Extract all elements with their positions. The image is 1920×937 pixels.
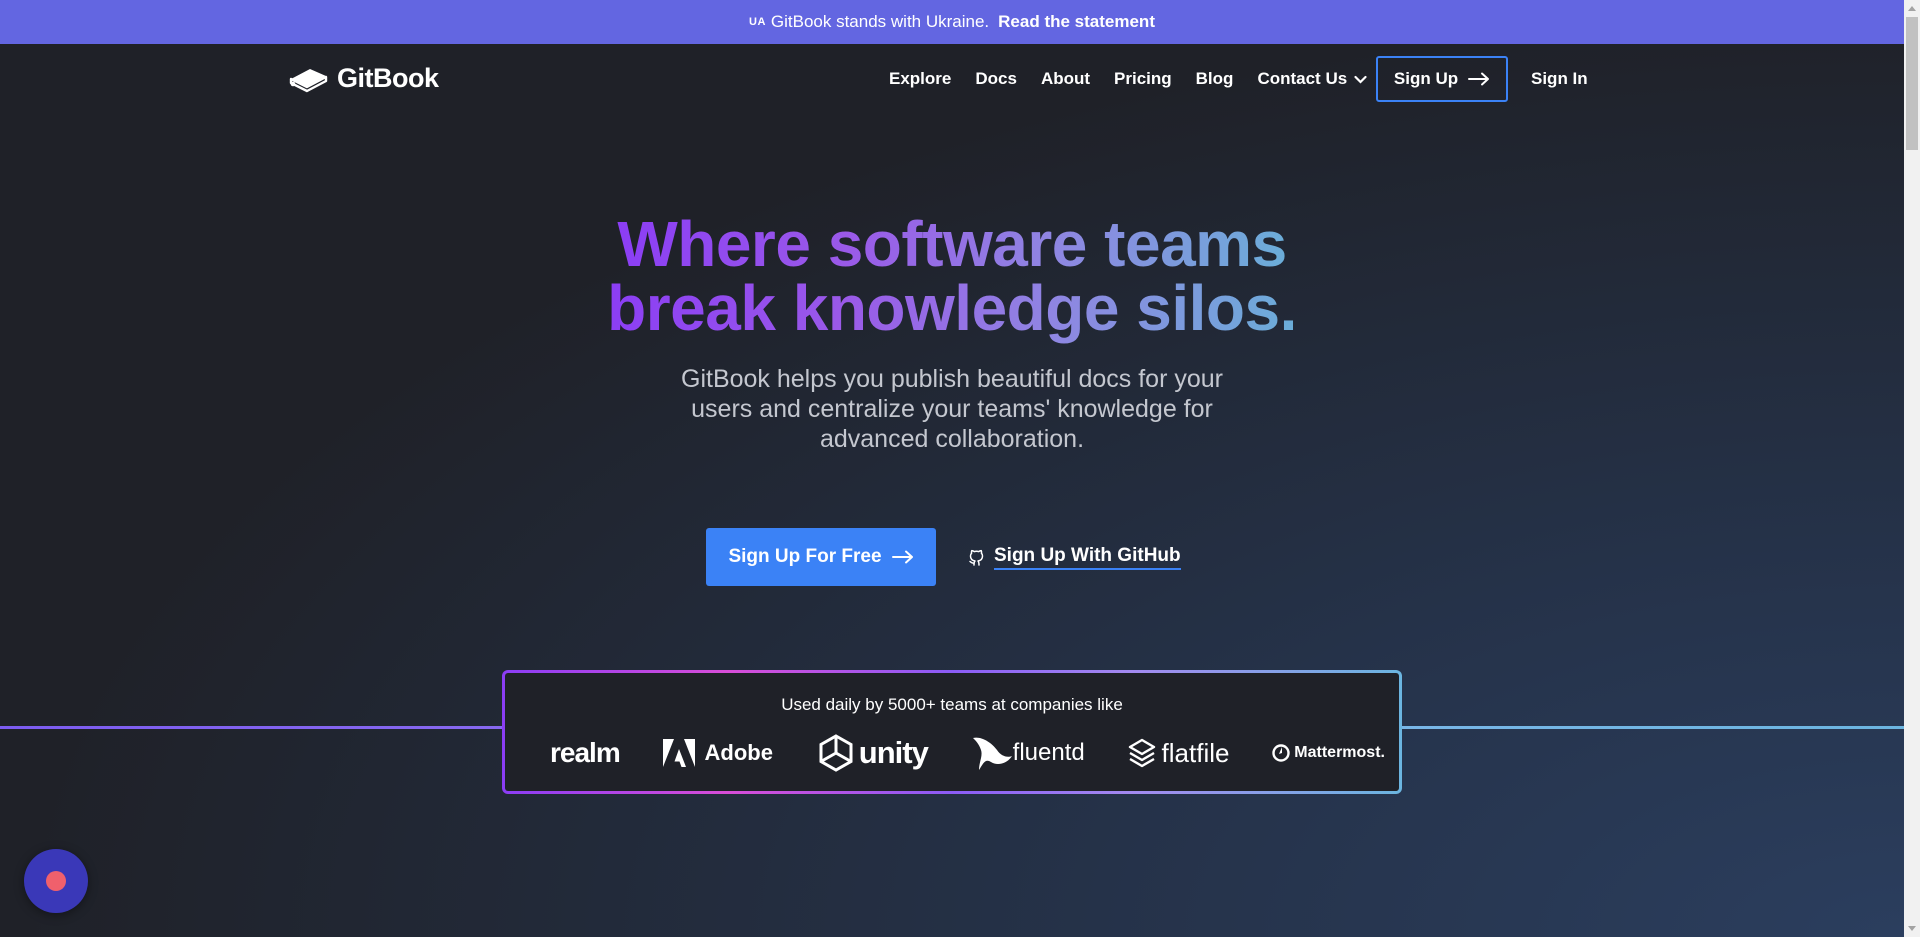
flatfile-icon: [1128, 738, 1155, 768]
sign-up-github-button[interactable]: Sign Up With GitHub: [968, 545, 1181, 570]
logo-mattermost-text: Mattermost.: [1294, 744, 1385, 761]
nav-pricing[interactable]: Pricing: [1114, 69, 1172, 89]
site-header: GitBook Explore Docs About Pricing Blog …: [0, 44, 1904, 114]
logo-fluentd-text: fluentd: [1012, 739, 1085, 766]
logo-adobe-text: Adobe: [704, 740, 773, 765]
nav-contact-us-label: Contact Us: [1257, 69, 1348, 88]
logo-fluentd: fluentd: [971, 734, 1085, 772]
hero-headline: Where software teams break knowledge sil…: [0, 212, 1904, 340]
nav-contact-us[interactable]: Contact Us: [1257, 69, 1367, 89]
github-icon: [969, 549, 984, 566]
hero-subtext: GitBook helps you publish beautiful docs…: [681, 365, 1223, 453]
logo-adobe: Adobe: [662, 739, 773, 767]
logo-flatfile: flatfile: [1128, 737, 1230, 769]
logo-mattermost: Mattermost.: [1272, 744, 1385, 762]
header-sign-up-label: Sign Up: [1393, 69, 1459, 88]
sign-up-github-label: Sign Up With GitHub: [994, 545, 1181, 570]
scroll-down-arrow-icon[interactable]: [1908, 926, 1916, 931]
cta-row: Sign Up For Free Sign Up With GitHub: [706, 528, 1181, 586]
logo-realm: realm: [550, 737, 621, 769]
vertical-scrollbar[interactable]: [1904, 0, 1920, 937]
main-nav: Explore Docs About Pricing Blog Contact …: [889, 44, 1391, 114]
nav-blog[interactable]: Blog: [1196, 69, 1234, 89]
logo-wordmark: GitBook: [337, 62, 439, 93]
adobe-icon: [662, 739, 695, 767]
customer-logos-row: realm Adobe unity fluentd flatfile Matte…: [525, 731, 1385, 775]
chevron-down-icon: [1354, 75, 1367, 84]
header-sign-up-button[interactable]: Sign Up: [1376, 56, 1508, 102]
arrow-right-icon: [1468, 72, 1490, 86]
scroll-up-arrow-icon[interactable]: [1908, 6, 1916, 11]
gitbook-logo-icon: [289, 69, 328, 93]
scrollbar-thumb[interactable]: [1906, 17, 1918, 150]
logo-unity-text: unity: [858, 735, 929, 770]
mattermost-icon: [1272, 744, 1290, 762]
logo-realm-text: realm: [550, 737, 621, 768]
nav-about[interactable]: About: [1041, 69, 1090, 89]
arrow-right-icon: [891, 550, 913, 564]
hero-headline-line-2: break knowledge silos.: [607, 272, 1297, 344]
announcement-banner: UA GitBook stands with Ukraine. Read the…: [0, 0, 1904, 44]
hero-headline-line-1: Where software teams: [617, 208, 1287, 280]
chat-icon: [46, 871, 66, 891]
nav-explore[interactable]: Explore: [889, 69, 951, 89]
ukraine-flag-label: UA: [749, 16, 766, 28]
unity-icon: [819, 734, 853, 772]
read-statement-link[interactable]: Read the statement: [998, 12, 1155, 32]
logo-unity: unity: [816, 733, 929, 773]
page: UA GitBook stands with Ukraine. Read the…: [0, 0, 1904, 937]
sign-up-free-label: Sign Up For Free: [728, 546, 882, 567]
gitbook-logo[interactable]: GitBook: [288, 62, 439, 94]
customer-logos-title: Used daily by 5000+ teams at companies l…: [781, 695, 1123, 714]
customer-logos-box: Used daily by 5000+ teams at companies l…: [502, 670, 1402, 794]
sign-up-free-button[interactable]: Sign Up For Free: [706, 528, 936, 586]
chat-widget-button[interactable]: [24, 849, 88, 913]
logo-flatfile-text: flatfile: [1161, 737, 1230, 768]
sign-in-link[interactable]: Sign In: [1531, 44, 1588, 114]
banner-text: GitBook stands with Ukraine.: [770, 12, 990, 31]
nav-docs[interactable]: Docs: [975, 69, 1017, 89]
fluentd-icon: [972, 737, 1012, 770]
